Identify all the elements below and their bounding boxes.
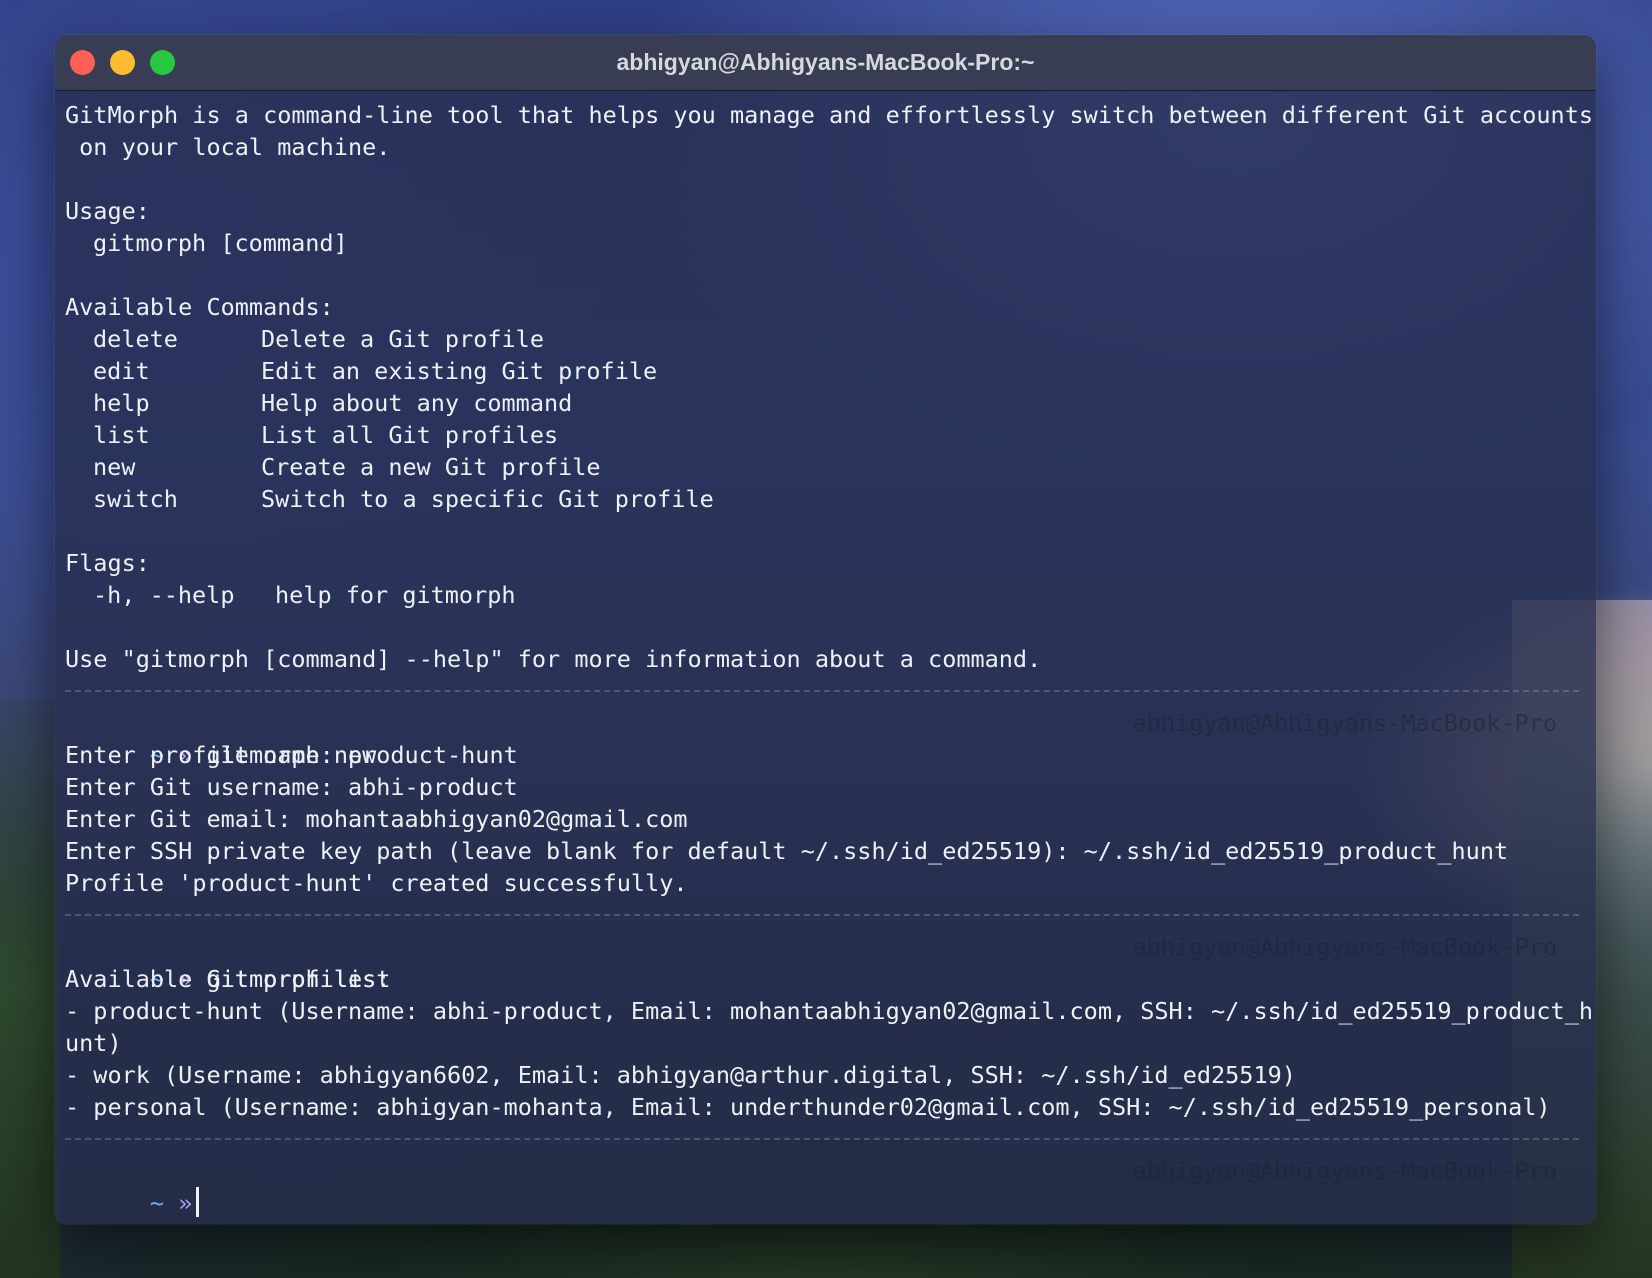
flags-heading: Flags:: [65, 549, 150, 577]
output-line: unt): [65, 1029, 122, 1057]
prompt-line: ~ » gitmorph list abhigyan@Abhigyans-Mac…: [65, 931, 1587, 993]
command-row: list List all Git profiles: [65, 419, 1587, 451]
title-bar[interactable]: abhigyan@Abhigyans-MacBook-Pro:~: [55, 35, 1596, 91]
command-desc: Delete a Git profile: [261, 325, 544, 353]
command-name: edit: [93, 357, 150, 385]
text-cursor[interactable]: [196, 1187, 200, 1217]
command-desc: Create a new Git profile: [261, 453, 601, 481]
command-row: delete Delete a Git profile: [65, 323, 1587, 355]
commands-heading: Available Commands:: [65, 293, 334, 321]
command-desc: Switch to a specific Git profile: [261, 485, 714, 513]
command-name: switch: [93, 485, 178, 513]
command-desc: List all Git profiles: [261, 421, 559, 449]
output-line: Enter Git email: mohantaabhigyan02@gmail…: [65, 805, 688, 833]
command-row: switch Switch to a specific Git profile: [65, 483, 1587, 515]
active-prompt-line[interactable]: ~ » abhigyan@Abhigyans-MacBook-Pro: [65, 1155, 1587, 1217]
flag-desc: help for gitmorph: [275, 581, 516, 609]
prompt-separator: [65, 899, 1587, 931]
prompt-separator: [65, 675, 1587, 707]
prompt-line: ~ » gitmorph new abhigyan@Abhigyans-MacB…: [65, 707, 1587, 769]
command-row: help Help about any command: [65, 387, 1587, 419]
prompt-tilde: ~: [149, 1189, 165, 1217]
command-desc: Edit an existing Git profile: [261, 357, 658, 385]
command-desc: Help about any command: [261, 389, 573, 417]
flag-row: -h, --help help for gitmorph: [65, 579, 1587, 611]
output-line: Available Git profiles:: [65, 965, 391, 993]
output-line: Enter SSH private key path (leave blank …: [65, 837, 1509, 865]
flag-name: -h, --help: [93, 581, 235, 609]
help-description-line: on your local machine.: [65, 133, 391, 161]
command-name: help: [93, 389, 150, 417]
command-name: delete: [93, 325, 178, 353]
prompt-separator: [65, 1123, 1587, 1155]
output-line: Enter profile name: product-hunt: [65, 741, 518, 769]
help-description-line: GitMorph is a command-line tool that hel…: [65, 101, 1594, 129]
output-line: - product-hunt (Username: abhi-product, …: [65, 997, 1594, 1025]
usage-line: gitmorph [command]: [93, 229, 348, 257]
command-name: list: [93, 421, 150, 449]
command-name: new: [93, 453, 136, 481]
right-prompt-host: abhigyan@Abhigyans-MacBook-Pro: [1132, 709, 1557, 737]
output-line: Enter Git username: abhi-product: [65, 773, 518, 801]
usage-heading: Usage:: [65, 197, 150, 225]
right-prompt-host: abhigyan@Abhigyans-MacBook-Pro: [1132, 933, 1557, 961]
command-row: edit Edit an existing Git profile: [65, 355, 1587, 387]
window-title: abhigyan@Abhigyans-MacBook-Pro:~: [616, 49, 1035, 75]
output-line: - work (Username: abhigyan6602, Email: a…: [65, 1061, 1296, 1089]
help-footer: Use "gitmorph [command] --help" for more…: [65, 645, 1042, 673]
prompt-arrow: »: [178, 1189, 193, 1217]
terminal-output[interactable]: GitMorph is a command-line tool that hel…: [65, 99, 1594, 1217]
right-prompt-host: abhigyan@Abhigyans-MacBook-Pro: [1132, 1157, 1557, 1185]
output-line: - personal (Username: abhigyan-mohanta, …: [65, 1093, 1551, 1121]
terminal-window: abhigyan@Abhigyans-MacBook-Pro:~ GitMorp…: [55, 35, 1596, 1224]
output-line: Profile 'product-hunt' created successfu…: [65, 869, 688, 897]
command-row: new Create a new Git profile: [65, 451, 1587, 483]
